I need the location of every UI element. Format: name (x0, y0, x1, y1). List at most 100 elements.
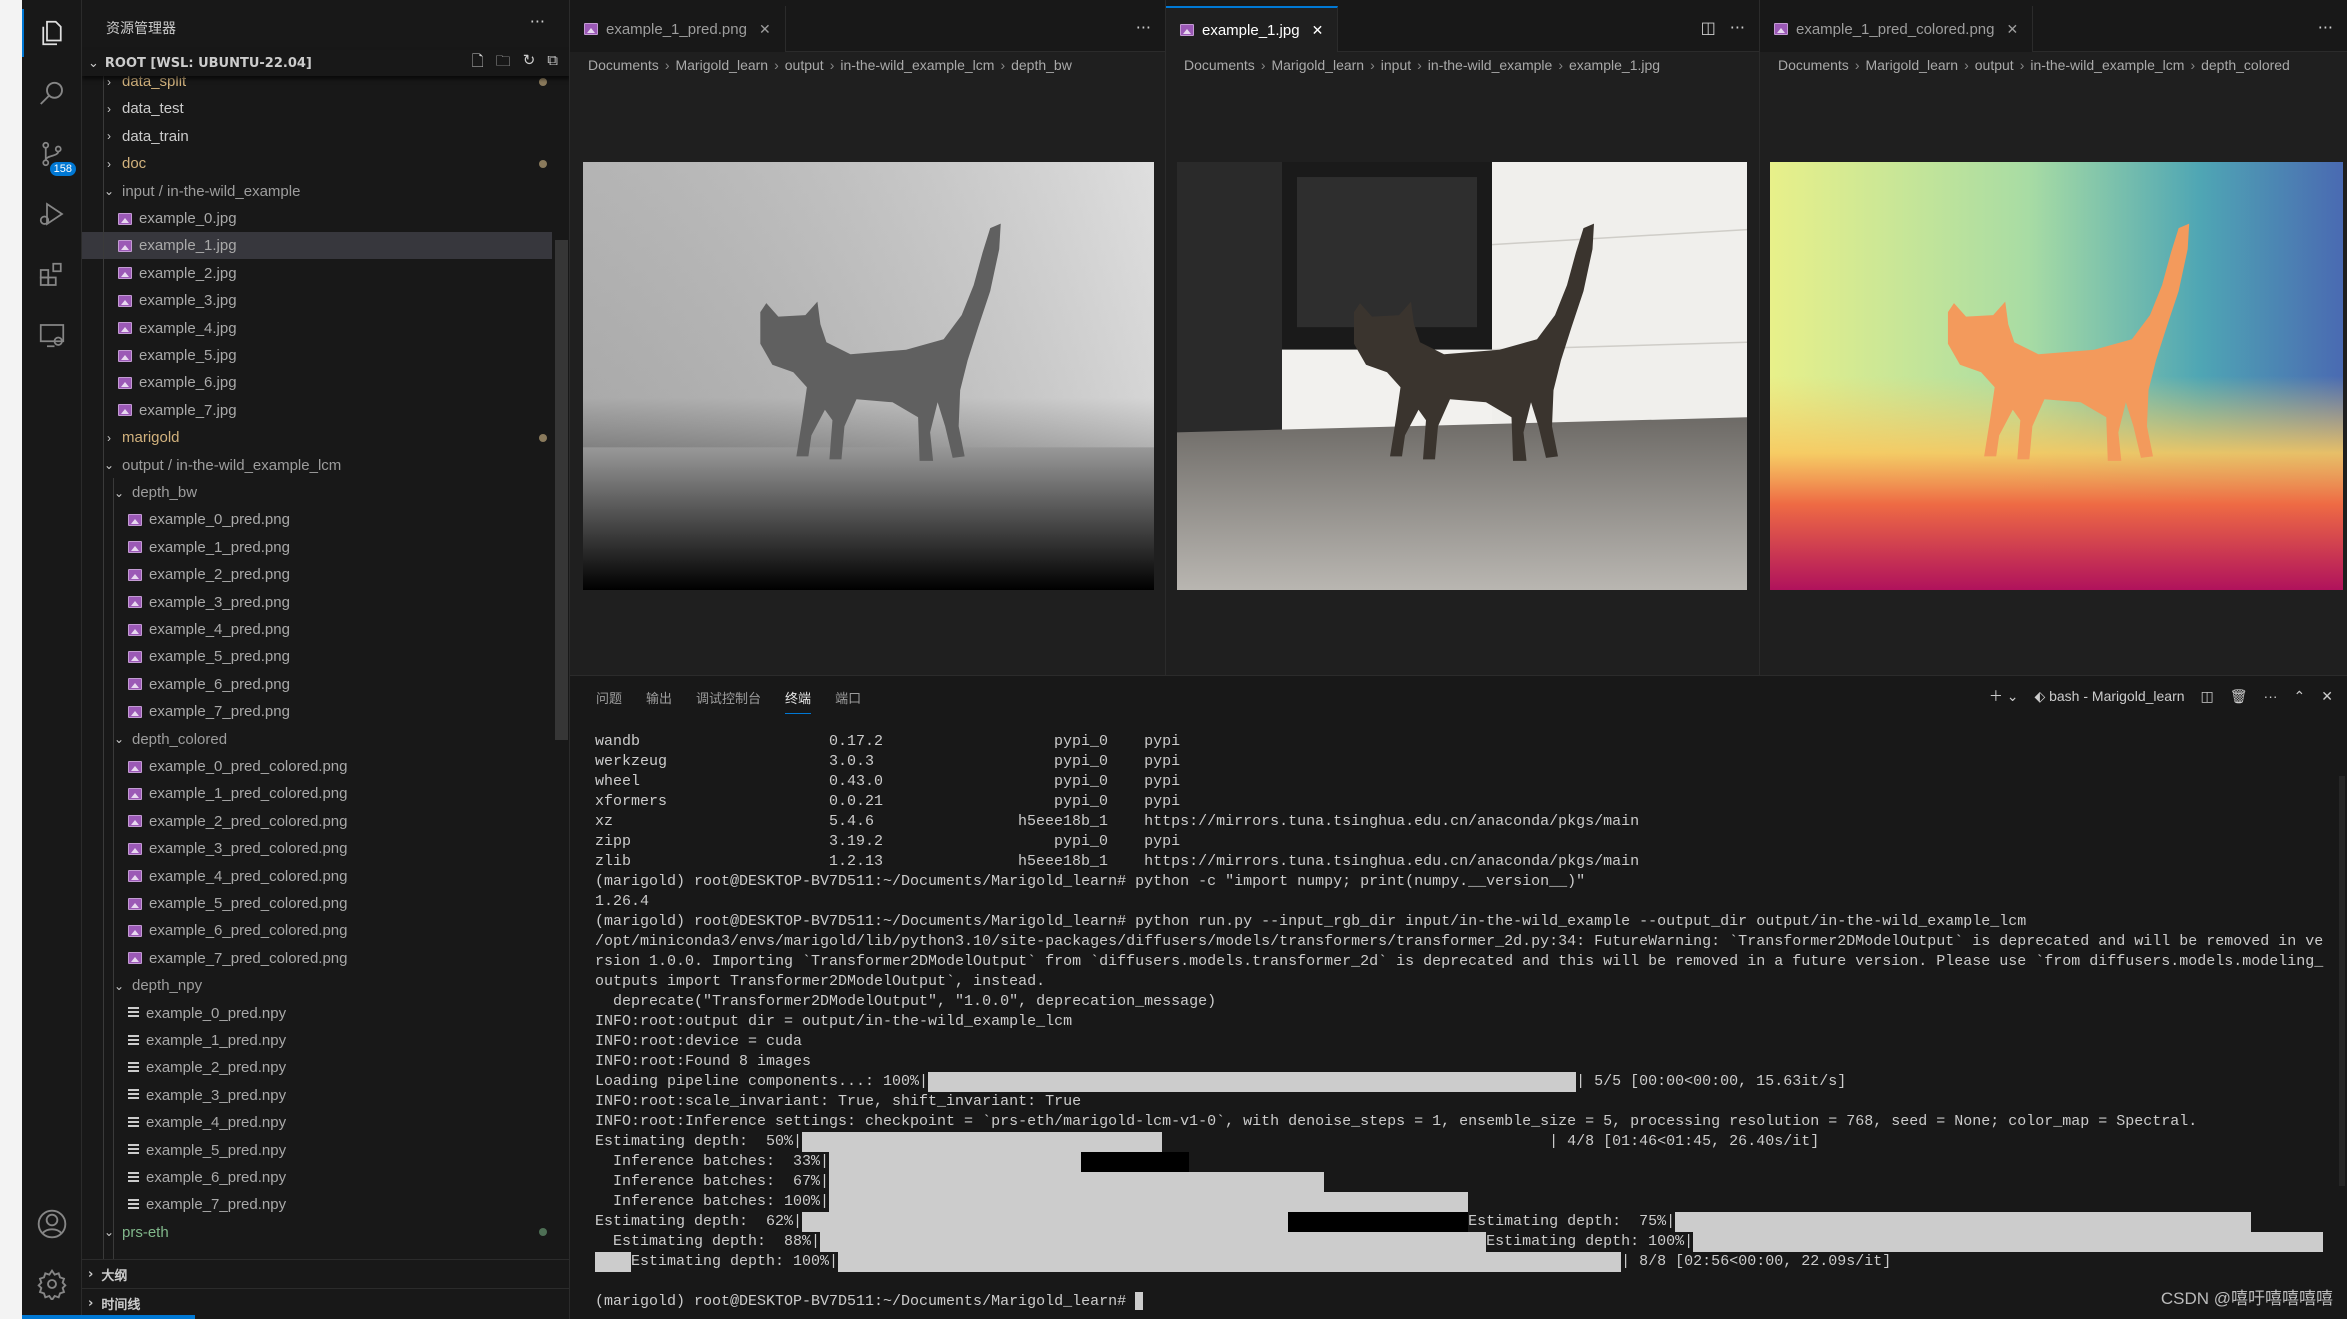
refresh-icon[interactable]: ↻ (523, 51, 536, 76)
tree-file[interactable]: example_1_pred_colored.png (82, 780, 552, 807)
tree-file[interactable]: example_4_pred.npy (82, 1109, 552, 1136)
tree-file[interactable]: example_6_pred_colored.png (82, 917, 552, 944)
tree-file[interactable]: example_4_pred.png (82, 616, 552, 643)
close-icon[interactable]: ✕ (2006, 21, 2018, 38)
tree-file[interactable]: example_2_pred_colored.png (82, 808, 552, 835)
more-actions-icon[interactable]: ··· (530, 12, 545, 31)
tree-file[interactable]: example_7_pred.png (82, 698, 552, 725)
tree-file[interactable]: example_2.jpg (82, 260, 552, 287)
tree-file[interactable]: example_6_pred.png (82, 671, 552, 698)
tab-example-1-pred-colored[interactable]: example_1_pred_colored.png ✕ (1760, 6, 2034, 52)
more-actions-icon[interactable]: ··· (2318, 18, 2333, 37)
account-icon[interactable] (34, 1206, 70, 1242)
tree-file[interactable]: example_7.jpg (82, 397, 552, 424)
tree-file[interactable]: example_2_pred.npy (82, 1054, 552, 1081)
more-actions-icon[interactable]: ··· (1136, 18, 1151, 37)
new-folder-icon[interactable]: 🗀 (496, 51, 511, 76)
trash-icon[interactable]: 🗑 (2230, 688, 2248, 705)
tree-file[interactable]: example_0_pred_colored.png (82, 753, 552, 780)
tree-folder[interactable]: ⌄ depth_colored (82, 726, 552, 753)
tree-file[interactable]: example_0.jpg (82, 205, 552, 232)
tree-file[interactable]: example_2_pred.png (82, 561, 552, 588)
tree-file[interactable]: example_1.jpg (82, 232, 552, 260)
package-channel: pypi (1144, 733, 1181, 750)
explorer-icon[interactable] (22, 9, 70, 57)
tab-example-1-pred[interactable]: example_1_pred.png ✕ (570, 6, 786, 52)
tree-folder[interactable]: › data_test (82, 95, 552, 122)
breadcrumb-item[interactable]: output (785, 57, 824, 73)
sidebar-scrollbar[interactable] (555, 240, 568, 740)
tree-file[interactable]: example_4.jpg (82, 315, 552, 342)
tree-file[interactable]: example_7_pred.npy (82, 1191, 552, 1218)
image-file-icon (118, 322, 132, 335)
terminal-output[interactable]: wandb 0.17.2 pypi_0 pypi werkzeug 3.0.3 pypi_0… (595, 732, 2347, 1312)
tree-file[interactable]: example_3_pred_colored.png (82, 835, 552, 862)
outline-section[interactable]: › 大纲 (82, 1259, 569, 1288)
close-icon[interactable]: ✕ (1312, 22, 1324, 39)
tree-file[interactable]: example_5.jpg (82, 342, 552, 369)
close-panel-icon[interactable]: ✕ (2321, 688, 2333, 705)
tree-file[interactable]: example_5_pred_colored.png (82, 890, 552, 917)
tab-output[interactable]: 输出 (646, 688, 672, 714)
breadcrumb-item[interactable]: Documents (1778, 57, 1849, 73)
tree-folder[interactable]: › doc (82, 150, 552, 177)
breadcrumb-item[interactable]: Marigold_learn (1271, 57, 1364, 73)
breadcrumb-item[interactable]: output (1975, 57, 2014, 73)
tree-file[interactable]: example_7_pred_colored.png (82, 945, 552, 972)
breadcrumb-item[interactable]: depth_colored (2201, 57, 2290, 73)
tree-file[interactable]: example_6.jpg (82, 369, 552, 396)
settings-gear-icon[interactable] (34, 1266, 70, 1302)
tree-folder[interactable]: › data_train (82, 123, 552, 150)
breadcrumb-item[interactable]: in-the-wild_example_lcm (840, 57, 994, 73)
close-icon[interactable]: ✕ (759, 21, 771, 38)
tree-folder[interactable]: ⌄ depth_bw (82, 479, 552, 506)
split-terminal-icon[interactable]: ◫ (2201, 688, 2214, 705)
tree-file[interactable]: example_3_pred.png (82, 589, 552, 616)
breadcrumb-item[interactable]: example_1.jpg (1569, 57, 1660, 73)
breadcrumb-item[interactable]: Marigold_learn (1865, 57, 1958, 73)
breadcrumb-item[interactable]: depth_bw (1011, 57, 1072, 73)
tree-file[interactable]: example_0_pred.npy (82, 1000, 552, 1027)
source-control-icon[interactable]: 158 (34, 136, 76, 176)
collapse-all-icon[interactable]: ⧉ (547, 51, 558, 76)
maximize-panel-icon[interactable]: ⌃ (2294, 688, 2306, 705)
tree-file[interactable]: example_3.jpg (82, 287, 552, 314)
breadcrumb-item[interactable]: Documents (588, 57, 659, 73)
tree-folder[interactable]: ⌄ prs-eth (82, 1219, 552, 1246)
more-actions-icon[interactable]: ··· (2264, 688, 2278, 704)
tree-folder[interactable]: › marigold (82, 424, 552, 451)
remote-explorer-icon[interactable] (34, 317, 70, 353)
tree-folder[interactable]: ⌄ output / in-the-wild_example_lcm (82, 452, 552, 479)
run-debug-icon[interactable] (34, 196, 70, 232)
tree-file[interactable]: example_6_pred.npy (82, 1164, 552, 1191)
tree-folder[interactable]: ⌄ input / in-the-wild_example (82, 178, 552, 205)
tree-file[interactable]: example_5_pred.png (82, 643, 552, 670)
new-file-icon[interactable]: 🗋 (472, 51, 484, 76)
breadcrumb-item[interactable]: input (1381, 57, 1411, 73)
tree-file[interactable]: example_0_pred.png (82, 506, 552, 533)
tab-terminal[interactable]: 终端 (785, 688, 812, 714)
tree-folder[interactable]: ⌄ depth_npy (82, 972, 552, 999)
tab-problems[interactable]: 问题 (596, 688, 622, 714)
search-icon[interactable] (34, 76, 70, 112)
extensions-icon[interactable] (34, 257, 70, 293)
timeline-section[interactable]: › 时间线 (82, 1288, 569, 1317)
breadcrumb-item[interactable]: Documents (1184, 57, 1255, 73)
tree-file[interactable]: example_4_pred_colored.png (82, 863, 552, 890)
tab-debug-console[interactable]: 调试控制台 (696, 688, 761, 714)
breadcrumb-item[interactable]: in-the-wild_example_lcm (2030, 57, 2184, 73)
workspace-root-header[interactable]: ⌄ ROOT [WSL: UBUNTU-22.04] 🗋 🗀 ↻ ⧉ (82, 50, 569, 76)
outline-label: 大纲 (101, 1268, 128, 1284)
breadcrumb-item[interactable]: in-the-wild_example (1428, 57, 1553, 73)
tree-file[interactable]: example_3_pred.npy (82, 1082, 552, 1109)
tree-file[interactable]: example_1_pred.png (82, 534, 552, 561)
tab-example-1-jpg[interactable]: example_1.jpg ✕ (1166, 6, 1339, 52)
tab-ports[interactable]: 端口 (835, 688, 861, 714)
tree-file[interactable]: example_5_pred.npy (82, 1137, 552, 1164)
split-editor-icon[interactable]: ◫ (1701, 18, 1716, 37)
terminal-selector[interactable]: ⬖ bash - Marigold_learn (2034, 688, 2184, 705)
more-actions-icon[interactable]: ··· (1730, 18, 1745, 37)
new-terminal-icon[interactable]: ＋ ⌄ (1989, 686, 2019, 706)
tree-file[interactable]: example_1_pred.npy (82, 1027, 552, 1054)
breadcrumb-item[interactable]: Marigold_learn (675, 57, 768, 73)
